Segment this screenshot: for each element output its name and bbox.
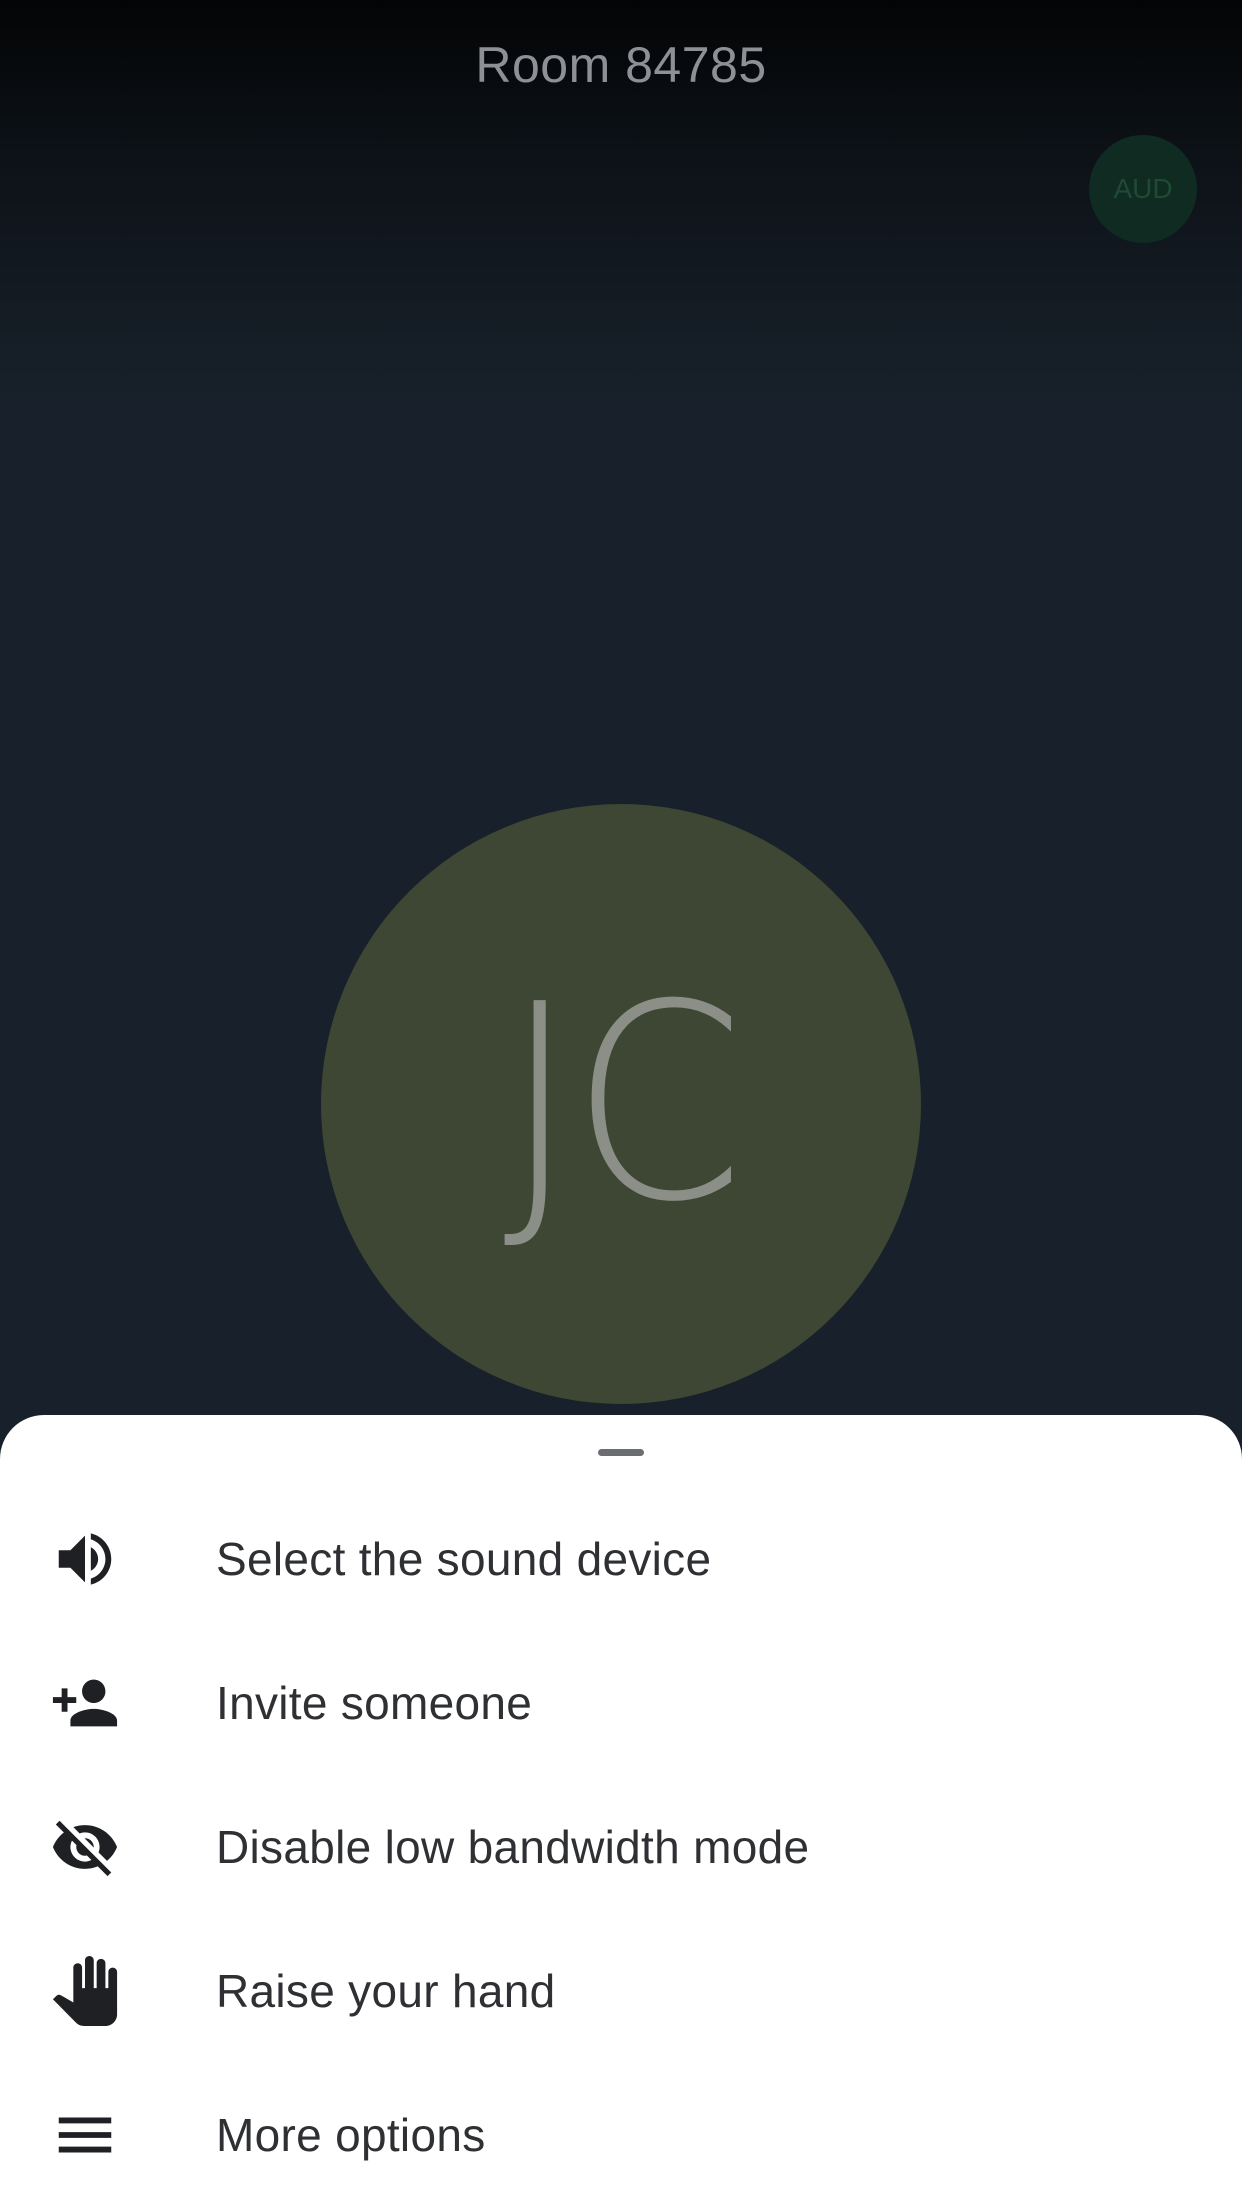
menu-item-disable-low-bandwidth[interactable]: Disable low bandwidth mode xyxy=(0,1775,1242,1919)
menu-item-label: Select the sound device xyxy=(216,1533,712,1585)
sheet-drag-handle[interactable] xyxy=(598,1449,644,1456)
audio-badge[interactable]: AUD xyxy=(1089,135,1197,243)
menu-item-select-sound-device[interactable]: Select the sound device xyxy=(0,1487,1242,1631)
avatar-initials: JC xyxy=(503,946,744,1261)
menu-item-label: Disable low bandwidth mode xyxy=(216,1821,810,1873)
visibility-off-icon xyxy=(50,1812,120,1882)
menu-item-label: Invite someone xyxy=(216,1677,533,1729)
menu-item-invite-someone[interactable]: Invite someone xyxy=(0,1631,1242,1775)
call-stage: Room 84785 AUD JC xyxy=(0,0,1242,1440)
room-title: Room 84785 xyxy=(475,37,767,93)
menu-icon xyxy=(50,2100,120,2170)
participant-avatar: JC xyxy=(321,804,921,1404)
hand-icon xyxy=(50,1956,120,2026)
options-bottom-sheet: Select the sound device Invite someone D… xyxy=(0,1415,1242,2208)
menu-item-label: More options xyxy=(216,2109,486,2161)
person-add-icon xyxy=(50,1668,120,1738)
menu-item-more-options[interactable]: More options xyxy=(0,2063,1242,2207)
menu-item-raise-hand[interactable]: Raise your hand xyxy=(0,1919,1242,2063)
menu-item-label: Raise your hand xyxy=(216,1965,556,2017)
volume-up-icon xyxy=(50,1524,120,1594)
